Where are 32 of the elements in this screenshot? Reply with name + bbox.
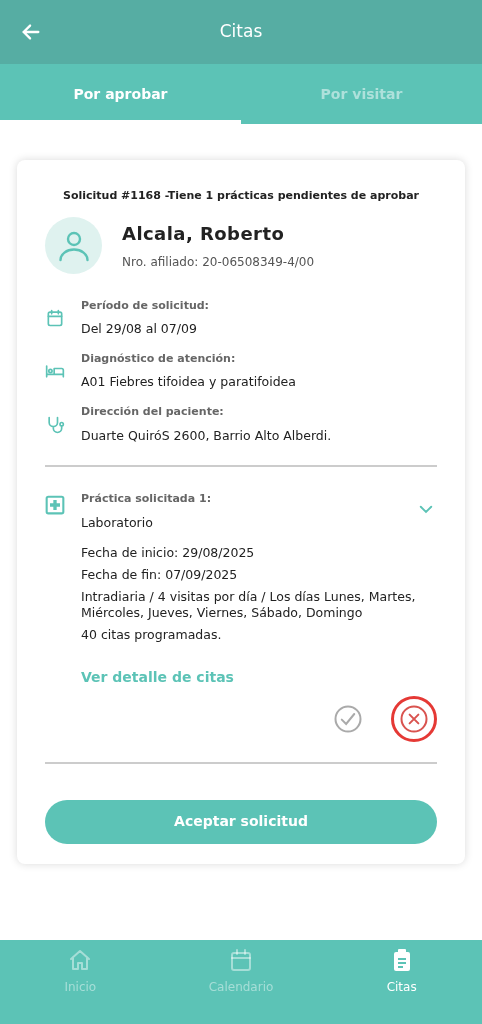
back-arrow-icon xyxy=(20,21,42,43)
member-number: Nro. afiliado: 20-06508349-4/00 xyxy=(122,253,315,271)
detail-label: Dirección del paciente: xyxy=(81,404,225,420)
reject-button[interactable] xyxy=(391,695,437,742)
practice-info: Fecha de fin: 07/09/2025 xyxy=(81,566,239,583)
practice-info: Fecha de inicio: 29/08/2025 xyxy=(81,544,256,561)
tab[interactable]: Por aprobar xyxy=(0,64,241,124)
plus-square-icon xyxy=(45,495,65,516)
home-icon xyxy=(68,948,93,972)
accept-button[interactable]: Aceptar solicitud xyxy=(45,799,437,844)
tab[interactable]: Por visitar xyxy=(241,64,482,124)
detail-value: Del 29/08 al 07/09 xyxy=(81,320,198,338)
calendar-icon xyxy=(45,308,65,329)
nav-item[interactable]: Citas xyxy=(321,948,482,996)
stethoscope-icon xyxy=(45,414,65,435)
detail-label: Diagnóstico de atención: xyxy=(81,350,237,367)
nav-item[interactable]: Calendario xyxy=(160,948,322,996)
practice-label: Práctica solicitada 1: xyxy=(81,491,212,508)
calendar-icon xyxy=(229,948,253,972)
practice-info: Intradiaria / 4 visitas por día / Los días Lunes, Martes, Miércoles, Jueves, Viernes, Sábado, Domingo xyxy=(81,588,417,621)
x-circle-icon xyxy=(399,703,429,734)
detail-label: Período de solicitud: xyxy=(81,297,209,314)
page-title: Citas xyxy=(219,20,263,44)
request-title: Solicitud #1168 -Tiene 1 prácticas pendientes de aprobar xyxy=(62,188,420,204)
nav-item[interactable]: Inicio xyxy=(0,948,161,996)
detail-value: Duarte QuiróS 2600, Barrio Alto Alberdi. xyxy=(81,426,332,445)
practice-name: Laboratorio xyxy=(81,513,154,532)
detail-value: A01 Fiebres tifoidea y paratifoidea xyxy=(81,373,296,392)
patient-name: Alcala, Roberto xyxy=(122,221,286,246)
check-circle-icon xyxy=(333,703,363,734)
practice-info: 40 citas programadas. xyxy=(81,626,223,643)
details-link[interactable]: Ver detalle de citas xyxy=(81,666,234,688)
